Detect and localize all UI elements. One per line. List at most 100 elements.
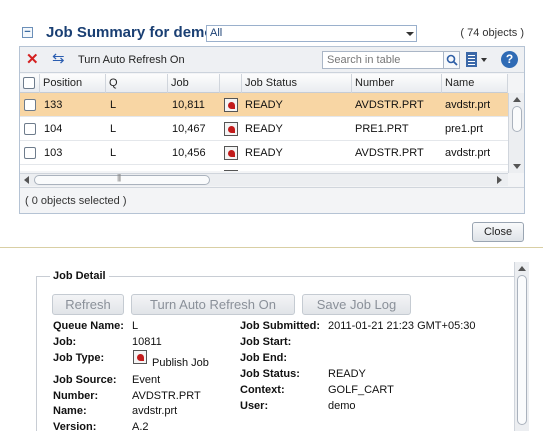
version-label: Version:	[53, 421, 97, 431]
scroll-up-icon[interactable]	[518, 266, 526, 271]
publish-job-icon	[224, 98, 238, 112]
column-header-name[interactable]: Name	[442, 74, 508, 93]
scroll-down-icon[interactable]	[513, 164, 521, 169]
job-source-value: Event	[132, 374, 161, 386]
job-detail-legend: Job Detail	[50, 270, 109, 282]
chevron-down-icon	[406, 32, 414, 36]
queue-name-label: Queue Name:	[53, 320, 124, 332]
cell-q: L	[110, 123, 117, 135]
column-header-icon[interactable]	[220, 74, 242, 93]
summary-header: − Job Summary for demo All ( 74 objects …	[22, 23, 527, 45]
queue-name-value: L	[132, 320, 139, 332]
scroll-right-icon[interactable]	[497, 176, 502, 184]
cell-job: 10,456	[172, 147, 206, 159]
column-header-job[interactable]: Job	[168, 74, 220, 93]
cell-position: 103	[44, 147, 63, 159]
filter-select-value: All	[210, 27, 223, 39]
table-row-partial[interactable]	[20, 165, 508, 171]
select-all-checkbox[interactable]	[20, 74, 40, 93]
scroll-left-icon[interactable]	[24, 176, 29, 184]
object-count: ( 74 objects )	[460, 27, 524, 39]
table-horizontal-scrollbar[interactable]: |||	[20, 173, 508, 186]
job-submitted-label: Job Submitted:	[240, 320, 321, 332]
cell-number: AVDSTR.PRT	[355, 147, 424, 159]
columns-icon[interactable]	[466, 52, 477, 67]
cell-job: 10,811	[172, 99, 205, 111]
auto-refresh-button[interactable]: Turn Auto Refresh On	[131, 294, 295, 315]
table-body: 133 L 10,811 READY AVDSTR.PRT avdstr.prt…	[20, 93, 508, 171]
scroll-thumb[interactable]: |||	[34, 173, 210, 185]
table-toolbar: ✕ ⇆ Turn Auto Refresh On Search in table…	[20, 47, 524, 73]
row-checkbox[interactable]	[24, 93, 36, 117]
refresh-button[interactable]: Refresh	[52, 294, 124, 315]
cell-q: L	[110, 99, 117, 111]
publish-job-icon	[224, 170, 238, 171]
column-header-number[interactable]: Number	[352, 74, 442, 93]
cell-job-status: READY	[245, 147, 283, 159]
cell-position: 133	[44, 99, 63, 111]
name-label: Name:	[53, 405, 87, 417]
table-row[interactable]: 133 L 10,811 READY AVDSTR.PRT avdstr.prt	[20, 93, 508, 117]
page-title: Job Summary for demo	[46, 24, 214, 41]
row-checkbox[interactable]	[24, 141, 36, 165]
publish-job-icon	[224, 146, 238, 160]
table-header: Position Q Job Job Status Number Name	[20, 74, 508, 93]
cell-job: 10,467	[172, 123, 206, 135]
context-label: Context:	[240, 384, 285, 396]
search-input[interactable]: Search in table	[322, 51, 444, 69]
auto-refresh-toggle[interactable]: Turn Auto Refresh On	[78, 54, 185, 66]
scroll-up-icon[interactable]	[513, 97, 521, 102]
cell-number: PRE1.PRT	[355, 123, 409, 135]
scroll-thumb[interactable]	[512, 106, 522, 132]
panel-splitter[interactable]	[0, 247, 543, 248]
column-header-job-status[interactable]: Job Status	[242, 74, 352, 93]
job-status-label: Job Status:	[240, 368, 300, 380]
refresh-icon[interactable]: ⇆	[52, 51, 65, 66]
publish-job-icon	[133, 350, 147, 364]
user-label: User:	[240, 400, 269, 412]
row-checkbox[interactable]	[24, 117, 36, 141]
cell-job-status: READY	[245, 99, 283, 111]
search-icon[interactable]	[443, 51, 460, 69]
job-source-label: Job Source:	[53, 374, 117, 386]
job-submitted-value: 2011-01-21 21:23 GMT+05:30	[328, 320, 476, 332]
job-type-label: Job Type:	[53, 352, 105, 364]
delete-icon[interactable]: ✕	[26, 52, 39, 67]
selection-status: ( 0 objects selected )	[25, 195, 127, 207]
close-button[interactable]: Close	[472, 222, 524, 242]
job-value: 10811	[132, 336, 162, 348]
cell-q: L	[110, 147, 117, 159]
cell-name: pre1.prt	[445, 123, 483, 135]
chevron-down-icon[interactable]	[481, 58, 487, 62]
filter-select[interactable]: All	[206, 25, 417, 42]
column-header-q[interactable]: Q	[106, 74, 168, 93]
job-table: ✕ ⇆ Turn Auto Refresh On Search in table…	[19, 46, 525, 214]
collapse-icon[interactable]: −	[22, 27, 33, 38]
table-footer: ( 0 objects selected )	[20, 187, 524, 213]
cell-name: avdstr.prt	[445, 99, 491, 111]
job-status-value: READY	[328, 368, 366, 380]
cell-job-status: READY	[245, 123, 283, 135]
number-label: Number:	[53, 390, 99, 402]
job-summary-panel: − Job Summary for demo All ( 74 objects …	[0, 0, 543, 250]
cell-number: AVDSTR.PRT	[355, 99, 424, 111]
table-vertical-scrollbar[interactable]	[508, 93, 524, 173]
number-value: AVDSTR.PRT	[132, 390, 201, 402]
version-value: A.2	[132, 421, 149, 431]
table-row[interactable]: 104 L 10,467 READY PRE1.PRT pre1.prt	[20, 117, 508, 141]
scroll-thumb[interactable]	[517, 275, 527, 425]
cell-position: 104	[44, 123, 63, 135]
cell-name: avdstr.prt	[445, 147, 491, 159]
help-icon[interactable]: ?	[501, 51, 518, 68]
publish-job-icon	[224, 122, 238, 136]
table-row[interactable]: 103 L 10,456 READY AVDSTR.PRT avdstr.prt	[20, 141, 508, 165]
save-job-log-button[interactable]: Save Job Log	[302, 294, 411, 315]
user-value: demo	[328, 400, 356, 412]
job-type-value: Publish Job	[152, 357, 209, 369]
column-header-position[interactable]: Position	[40, 74, 106, 93]
detail-vertical-scrollbar[interactable]	[514, 262, 529, 431]
context-value: GOLF_CART	[328, 384, 394, 396]
job-detail-panel: Job Detail Refresh Turn Auto Refresh On …	[0, 258, 543, 431]
search-placeholder: Search in table	[327, 54, 401, 66]
job-start-label: Job Start:	[240, 336, 292, 348]
